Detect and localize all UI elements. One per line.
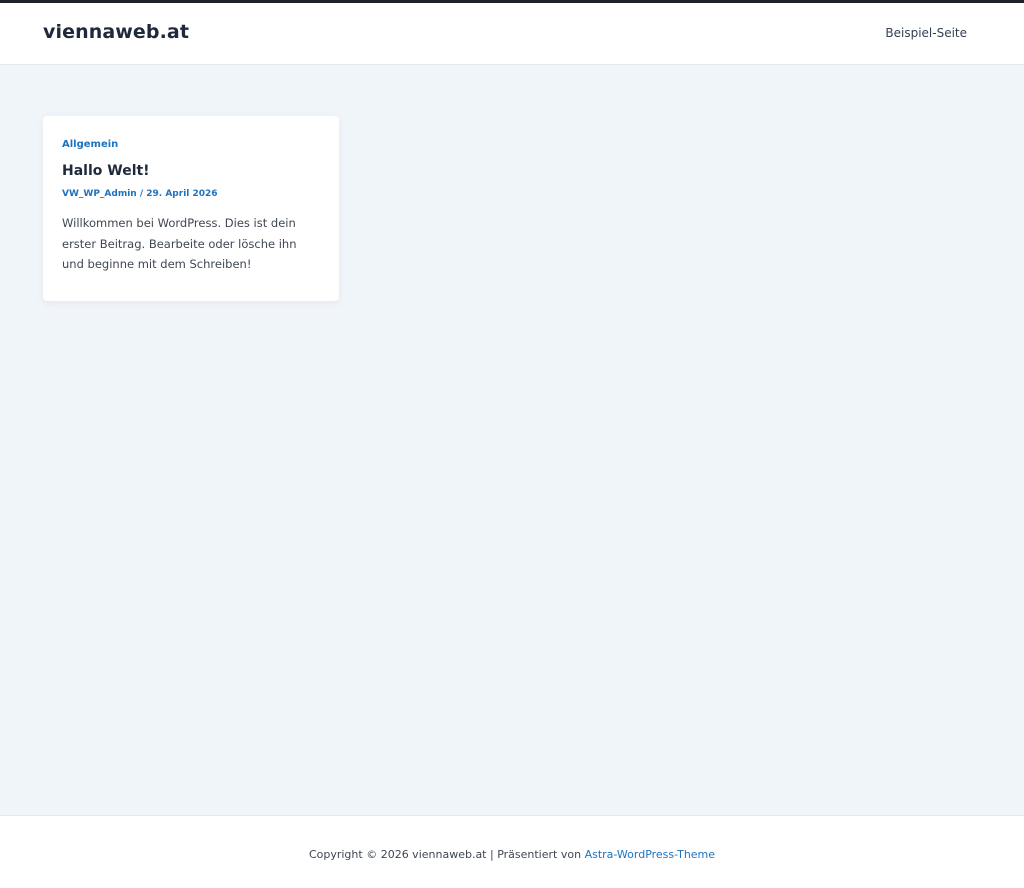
post-meta-separator: /	[136, 189, 147, 199]
site-header: viennaweb.at Beispiel-Seite	[0, 3, 1024, 65]
footer-copyright-text: Copyright © 2026 viennaweb.at | Präsenti…	[308, 848, 585, 861]
post-excerpt: Willkommen bei WordPress. Dies ist dein …	[62, 216, 297, 271]
post-title-link[interactable]: Hallo Welt!	[62, 163, 320, 179]
nav-item-beispiel-seite[interactable]: Beispiel-Seite	[885, 26, 967, 40]
footer-copyright: Copyright © 2026 viennaweb.at | Präsenti…	[0, 848, 1024, 861]
post-category-link[interactable]: Allgemein	[62, 139, 320, 150]
post-author-link[interactable]: VW_WP_Admin	[62, 189, 137, 199]
post-date: 29. April 2026	[146, 189, 218, 199]
post-card: Allgemein Hallo Welt! VW_WP_Admin / 29. …	[43, 116, 339, 301]
site-title-link[interactable]: viennaweb.at	[43, 21, 189, 43]
footer-theme-link[interactable]: Astra-WordPress-Theme	[585, 848, 715, 861]
site-footer: Copyright © 2026 viennaweb.at | Präsenti…	[0, 815, 1024, 888]
post-meta: VW_WP_Admin / 29. April 2026	[62, 189, 320, 199]
